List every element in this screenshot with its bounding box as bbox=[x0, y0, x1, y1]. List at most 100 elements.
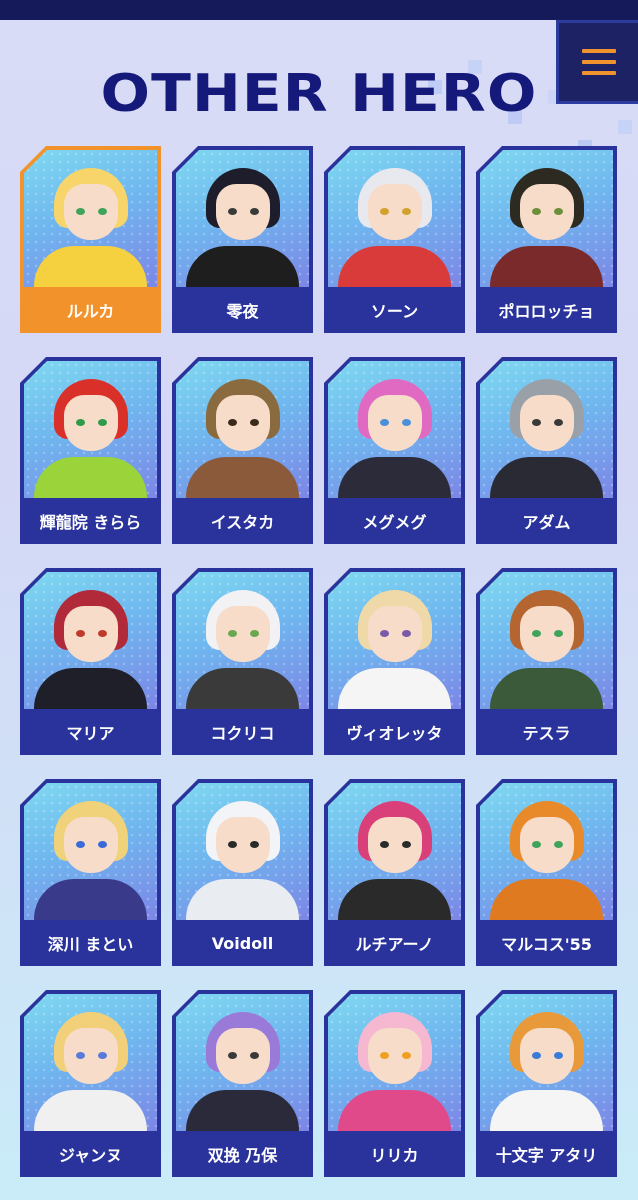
portrait-outfit bbox=[34, 1090, 147, 1131]
hero-name: ソーン bbox=[370, 302, 419, 321]
hero-card[interactable]: コクリコ bbox=[172, 568, 313, 755]
portrait-outfit bbox=[490, 1090, 603, 1131]
hero-name: イスタカ bbox=[210, 513, 275, 532]
portrait-eye bbox=[380, 630, 389, 637]
hero-name: 双挽 乃保 bbox=[207, 1146, 278, 1165]
hero-card[interactable]: ルルカ bbox=[20, 146, 161, 333]
portrait-eye bbox=[250, 841, 259, 848]
portrait-eye bbox=[380, 208, 389, 215]
portrait-eye bbox=[76, 419, 85, 426]
portrait-face bbox=[216, 184, 270, 240]
portrait-eye bbox=[250, 208, 259, 215]
portrait-eye bbox=[250, 1052, 259, 1059]
hero-name: ジャンヌ bbox=[58, 1146, 123, 1165]
portrait-outfit bbox=[186, 668, 299, 709]
portrait-face bbox=[368, 1028, 422, 1084]
hero-card[interactable]: リリカ bbox=[324, 990, 465, 1177]
hero-card[interactable]: 双挽 乃保 bbox=[172, 990, 313, 1177]
hero-name: 十文字 アタリ bbox=[495, 1146, 598, 1165]
hero-portrait bbox=[480, 150, 613, 287]
hero-name: アダム bbox=[522, 513, 571, 532]
portrait-eye bbox=[228, 630, 237, 637]
hero-card[interactable]: マルコス'55 bbox=[476, 779, 617, 966]
hero-portrait bbox=[480, 361, 613, 498]
hero-card[interactable]: 輝龍院 きらら bbox=[20, 357, 161, 544]
portrait-eye bbox=[532, 630, 541, 637]
portrait-eye bbox=[532, 419, 541, 426]
portrait-eye bbox=[76, 841, 85, 848]
portrait-eye bbox=[554, 1052, 563, 1059]
hero-card[interactable]: イスタカ bbox=[172, 357, 313, 544]
portrait-face bbox=[64, 1028, 118, 1084]
hero-portrait bbox=[176, 994, 309, 1131]
hero-portrait bbox=[24, 572, 157, 709]
portrait-eye bbox=[228, 419, 237, 426]
portrait-eye bbox=[228, 208, 237, 215]
portrait-outfit bbox=[338, 457, 451, 498]
portrait-face bbox=[520, 817, 574, 873]
portrait-eye bbox=[380, 419, 389, 426]
hero-portrait bbox=[328, 994, 461, 1131]
hero-card[interactable]: テスラ bbox=[476, 568, 617, 755]
hero-card[interactable]: マリア bbox=[20, 568, 161, 755]
portrait-face bbox=[64, 395, 118, 451]
hero-portrait bbox=[176, 361, 309, 498]
portrait-outfit bbox=[34, 246, 147, 287]
portrait-face bbox=[368, 606, 422, 662]
hero-name: マリア bbox=[66, 724, 115, 743]
portrait-outfit bbox=[490, 457, 603, 498]
portrait-eye bbox=[554, 841, 563, 848]
hero-card[interactable]: 深川 まとい bbox=[20, 779, 161, 966]
hero-name: ポロロッチョ bbox=[498, 302, 595, 321]
portrait-outfit bbox=[338, 1090, 451, 1131]
portrait-face bbox=[64, 184, 118, 240]
portrait-outfit bbox=[338, 246, 451, 287]
hero-name: リリカ bbox=[370, 1146, 419, 1165]
hero-card[interactable]: ジャンヌ bbox=[20, 990, 161, 1177]
portrait-face bbox=[216, 817, 270, 873]
portrait-outfit bbox=[338, 668, 451, 709]
hero-portrait bbox=[24, 994, 157, 1131]
portrait-outfit bbox=[34, 668, 147, 709]
hero-name: テスラ bbox=[522, 724, 571, 743]
portrait-outfit bbox=[490, 668, 603, 709]
hero-card[interactable]: アダム bbox=[476, 357, 617, 544]
portrait-outfit bbox=[490, 879, 603, 920]
hero-card[interactable]: メグメグ bbox=[324, 357, 465, 544]
hamburger-menu-icon bbox=[581, 49, 616, 53]
portrait-face bbox=[520, 184, 574, 240]
portrait-outfit bbox=[186, 879, 299, 920]
hero-portrait bbox=[24, 783, 157, 920]
hero-portrait bbox=[176, 150, 309, 287]
portrait-eye bbox=[98, 208, 107, 215]
hero-card[interactable]: ルチアーノ bbox=[324, 779, 465, 966]
hero-card[interactable]: Voidoll bbox=[172, 779, 313, 966]
hero-name: コクリコ bbox=[210, 724, 275, 743]
portrait-eye bbox=[532, 1052, 541, 1059]
hero-portrait bbox=[480, 572, 613, 709]
portrait-face bbox=[64, 606, 118, 662]
portrait-eye bbox=[554, 208, 563, 215]
portrait-outfit bbox=[490, 246, 603, 287]
hero-card[interactable]: ソーン bbox=[324, 146, 465, 333]
hero-name: Voidoll bbox=[211, 933, 274, 953]
hero-portrait bbox=[328, 783, 461, 920]
portrait-eye bbox=[250, 419, 259, 426]
portrait-eye bbox=[402, 1052, 411, 1059]
portrait-eye bbox=[402, 841, 411, 848]
hero-portrait bbox=[480, 994, 613, 1131]
hero-card[interactable]: ポロロッチョ bbox=[476, 146, 617, 333]
hero-card[interactable]: 零夜 bbox=[172, 146, 313, 333]
portrait-outfit bbox=[338, 879, 451, 920]
hero-card[interactable]: ヴィオレッタ bbox=[324, 568, 465, 755]
hero-card[interactable]: 十文字 アタリ bbox=[476, 990, 617, 1177]
hero-name: ヴィオレッタ bbox=[346, 724, 443, 743]
portrait-eye bbox=[402, 208, 411, 215]
hero-portrait bbox=[24, 150, 157, 287]
portrait-eye bbox=[76, 1052, 85, 1059]
portrait-outfit bbox=[34, 457, 147, 498]
portrait-face bbox=[216, 606, 270, 662]
portrait-face bbox=[216, 395, 270, 451]
portrait-face bbox=[368, 395, 422, 451]
portrait-eye bbox=[554, 419, 563, 426]
